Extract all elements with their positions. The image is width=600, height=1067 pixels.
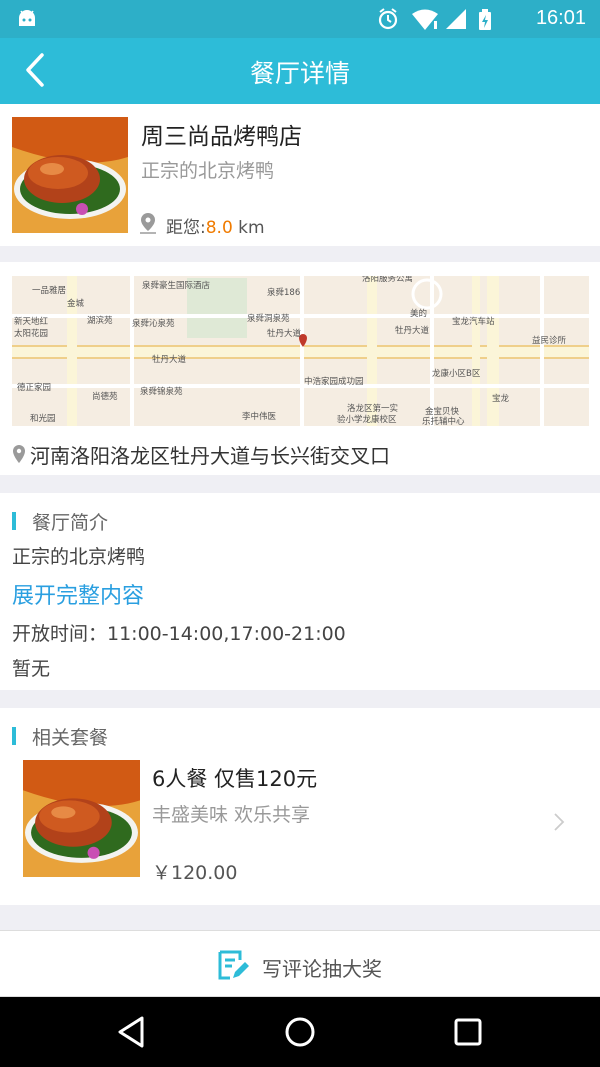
map-label: 泉舜锦泉苑: [140, 386, 183, 397]
shop-name: 周三尚品烤鸭店: [141, 124, 302, 150]
map-label: 一品雅居: [32, 285, 66, 296]
map-label: 德正家园: [17, 382, 51, 393]
map-label: 益民诊所: [532, 335, 567, 346]
map-label: 和光园: [30, 413, 56, 424]
map-label: 太阳花园: [14, 328, 48, 339]
section-title: 餐厅简介: [32, 512, 109, 534]
map-label: 泉舜沁泉苑: [132, 318, 175, 329]
map-label: 乐托辅中心: [422, 416, 465, 426]
map-label: 湖滨苑: [87, 315, 113, 326]
map-label: 泉舜豪生国际酒店: [142, 280, 211, 291]
map-label: 牡丹大道: [267, 328, 302, 339]
distance-value: 8.0: [205, 218, 233, 238]
opening-hours: 开放时间：11:00-14:00,17:00-21:00: [12, 623, 346, 645]
map-label: 李中伟医: [242, 411, 277, 422]
alarm-icon: [378, 8, 398, 30]
map-label: 金城: [67, 298, 85, 309]
android-icon: [19, 10, 35, 26]
intro-description: 正宗的北京烤鸭: [12, 546, 146, 568]
distance-text: 距您:8.0 km: [166, 213, 265, 238]
write-review-label: 写评论抽大奖: [262, 957, 382, 981]
map-label: 美的: [410, 308, 427, 319]
map-label: 验小学龙康校区: [337, 414, 397, 425]
map-label: 龙康小区B区: [432, 368, 481, 379]
distance-label: 距您:: [166, 218, 206, 238]
intro-note: 暂无: [12, 658, 51, 680]
map-label: 新天地红: [14, 316, 49, 327]
distance-unit: km: [232, 218, 265, 238]
map-card[interactable]: 一品雅居 泉舜豪生国际酒店 泉舜186 洛阳服务公寓 新天地红 太阳花园 金城 …: [0, 262, 600, 475]
section-accent-bar: [12, 727, 16, 745]
map-label: 洛龙区第一实: [347, 403, 398, 414]
package-image: [23, 760, 140, 877]
title-bar: 餐厅详情: [0, 38, 600, 104]
chevron-right-icon: [554, 813, 565, 831]
edit-note-icon: [218, 950, 249, 980]
expand-content-link[interactable]: 展开完整内容: [12, 578, 144, 610]
location-pin-icon: [13, 445, 25, 463]
nav-recents-icon[interactable]: [450, 1014, 486, 1050]
roast-duck-image: [12, 117, 128, 233]
map-label: 牡丹大道: [395, 325, 430, 336]
section-title: 相关套餐: [32, 727, 109, 749]
status-bar: 16:01: [0, 0, 600, 38]
section-accent-bar: [12, 512, 16, 530]
map-label: 牡丹大道: [152, 354, 187, 365]
map-label: 尚德苑: [92, 391, 118, 402]
package-name: 6人餐 仅售120元: [152, 767, 318, 791]
map-label: 中浩家园成功园: [304, 376, 364, 387]
signal-icon: [446, 9, 466, 29]
system-nav-bar: [0, 997, 600, 1067]
map-label: 金宝贝快: [425, 406, 460, 417]
address-text: 河南洛阳洛龙区牡丹大道与长兴街交叉口: [30, 444, 390, 468]
wifi-icon: [412, 9, 438, 30]
package-subtitle: 丰盛美味 欢乐共享: [152, 804, 311, 826]
map-label: 泉舜洞泉苑: [247, 313, 290, 324]
page-title: 餐厅详情: [249, 59, 350, 88]
restaurant-intro-section: 餐厅简介 正宗的北京烤鸭 展开完整内容 开放时间：11:00-14:00,17:…: [0, 493, 600, 690]
package-price: ￥120.00: [152, 862, 238, 884]
clock: 16:01: [535, 7, 586, 29]
nav-home-icon[interactable]: [282, 1014, 318, 1050]
map-label: 宝龙汽车站: [452, 316, 495, 327]
status-icons: [378, 8, 491, 30]
write-review-button[interactable]: 写评论抽大奖: [0, 930, 600, 997]
nav-back-icon[interactable]: [114, 1014, 150, 1050]
battery-icon: [479, 9, 491, 30]
related-packages-section: 相关套餐 6人餐 仅售120元 丰盛美味 欢乐共享 ￥120.00: [0, 708, 600, 905]
shop-slogan: 正宗的北京烤鸭: [141, 160, 275, 182]
location-pin-icon: [140, 213, 156, 234]
map-view[interactable]: 一品雅居 泉舜豪生国际酒店 泉舜186 洛阳服务公寓 新天地红 太阳花园 金城 …: [12, 276, 589, 426]
map-label: 宝龙: [492, 393, 510, 404]
map-label: 泉舜186: [267, 287, 300, 298]
map-label: 洛阳服务公寓: [362, 276, 413, 284]
